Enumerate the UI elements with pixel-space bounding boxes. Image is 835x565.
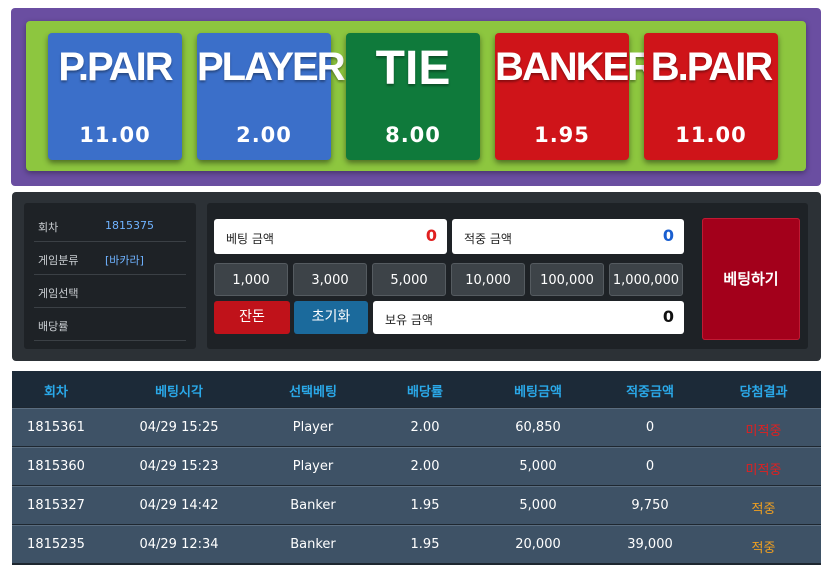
header-pick: 선택베팅 xyxy=(289,385,337,400)
info-label: 회차 xyxy=(38,221,59,234)
bet-amount-label: 베팅 금액 xyxy=(226,232,274,246)
bet-option-odds: 11.00 xyxy=(675,123,747,147)
place-bet-button[interactable]: 베팅하기 xyxy=(702,218,800,340)
table-row: 1815327 04/29 14:42 Banker 1.95 5,000 9,… xyxy=(12,486,821,524)
chip-1000-button[interactable]: 1,000 xyxy=(214,263,288,296)
bet-option-odds: 8.00 xyxy=(385,123,441,147)
cell-odds: 2.00 xyxy=(410,459,440,474)
cell-win-amount: 39,000 xyxy=(627,537,673,552)
round-number: 1815375 xyxy=(105,219,154,232)
game-category: [바카라] xyxy=(105,254,144,267)
cell-result: 미적중 xyxy=(745,463,782,478)
cell-odds: 1.95 xyxy=(410,537,440,552)
bet-amount-value: 0 xyxy=(425,226,437,245)
cell-pick: Player xyxy=(292,420,334,435)
chip-3000-button[interactable]: 3,000 xyxy=(293,263,367,296)
table-row: 1815360 04/29 15:23 Player 2.00 5,000 0 … xyxy=(12,447,821,485)
info-row-category: 게임분류 [바카라] xyxy=(34,242,186,275)
header-win-amount: 적중금액 xyxy=(626,385,674,400)
win-amount-label: 적중 금액 xyxy=(464,232,512,246)
bet-option-name: B.PAIR xyxy=(650,45,774,89)
info-row-odds: 배당률 xyxy=(34,308,186,341)
bet-option-name: PLAYER xyxy=(197,45,346,89)
cell-time: 04/29 15:25 xyxy=(139,420,219,435)
game-info-box: 회차 1815375 게임분류 [바카라] 게임선택 배당률 xyxy=(24,203,196,349)
all-in-button[interactable]: 잔돈 xyxy=(214,301,290,334)
bet-control-panel: 회차 1815375 게임분류 [바카라] 게임선택 배당률 베팅 금액 0 적… xyxy=(12,192,821,361)
bet-option-name: TIE xyxy=(375,42,451,95)
cell-odds: 2.00 xyxy=(410,420,440,435)
header-odds: 배당률 xyxy=(407,385,443,400)
info-row-round: 회차 1815375 xyxy=(34,209,186,242)
header-round: 회차 xyxy=(44,385,68,400)
cell-bet-amount: 20,000 xyxy=(515,537,561,552)
bet-option-player[interactable]: PLAYER 2.00 xyxy=(197,33,346,160)
cell-win-amount: 0 xyxy=(645,420,655,435)
cell-time: 04/29 12:34 xyxy=(139,537,219,552)
cell-win-amount: 9,750 xyxy=(631,498,669,513)
table-header: 회차 베팅시각 선택베팅 배당률 베팅금액 적중금액 당첨결과 xyxy=(12,371,821,407)
cell-result: 적중 xyxy=(751,502,776,517)
info-label: 게임분류 xyxy=(38,254,79,267)
chip-100000-button[interactable]: 100,000 xyxy=(530,263,604,296)
info-label: 게임선택 xyxy=(38,287,79,300)
bet-option-odds: 1.95 xyxy=(534,123,590,147)
header-bet-time: 베팅시각 xyxy=(155,385,203,400)
cell-pick: Banker xyxy=(290,498,336,513)
info-row-selection: 게임선택 xyxy=(34,275,186,308)
cell-time: 04/29 15:23 xyxy=(139,459,219,474)
cell-win-amount: 0 xyxy=(645,459,655,474)
cell-round: 1815361 xyxy=(27,420,85,435)
bet-option-tie[interactable]: TIE 8.00 xyxy=(346,33,480,160)
cell-bet-amount: 60,850 xyxy=(515,420,561,435)
reset-button[interactable]: 초기화 xyxy=(294,301,368,334)
balance-field: 보유 금액 0 xyxy=(373,301,684,334)
chip-5000-button[interactable]: 5,000 xyxy=(372,263,446,296)
table-row: 1815361 04/29 15:25 Player 2.00 60,850 0… xyxy=(12,408,821,446)
win-amount-field: 적중 금액 0 xyxy=(452,219,684,254)
bet-history-table: 회차 베팅시각 선택베팅 배당률 베팅금액 적중금액 당첨결과 1815361 … xyxy=(12,371,821,565)
bet-option-odds: 11.00 xyxy=(79,123,151,147)
cell-round: 1815235 xyxy=(27,537,85,552)
balance-label: 보유 금액 xyxy=(385,313,433,327)
cell-bet-amount: 5,000 xyxy=(519,498,557,513)
cell-time: 04/29 14:42 xyxy=(139,498,219,513)
cell-bet-amount: 5,000 xyxy=(519,459,557,474)
win-amount-value: 0 xyxy=(662,226,674,245)
bet-board: P.PAIR 11.00 PLAYER 2.00 TIE 8.00 BANKER… xyxy=(11,8,821,186)
bet-option-b-pair[interactable]: B.PAIR 11.00 xyxy=(644,33,778,160)
bet-option-banker[interactable]: BANKER 1.95 xyxy=(495,33,656,160)
cell-odds: 1.95 xyxy=(410,498,440,513)
chip-10000-button[interactable]: 10,000 xyxy=(451,263,525,296)
cell-result: 적중 xyxy=(751,541,776,556)
table-row: 1815235 04/29 12:34 Banker 1.95 20,000 3… xyxy=(12,525,821,563)
bet-amount-field[interactable]: 베팅 금액 0 xyxy=(214,219,447,254)
balance-value: 0 xyxy=(662,307,674,326)
bet-option-p-pair[interactable]: P.PAIR 11.00 xyxy=(48,33,182,160)
bet-board-inner: P.PAIR 11.00 PLAYER 2.00 TIE 8.00 BANKER… xyxy=(26,21,806,171)
cell-pick: Banker xyxy=(290,537,336,552)
header-result: 당첨결과 xyxy=(739,385,788,400)
info-label: 배당률 xyxy=(38,320,69,333)
bet-option-name: BANKER xyxy=(495,45,656,89)
cell-round: 1815360 xyxy=(27,459,85,474)
cell-result: 미적중 xyxy=(745,424,782,439)
cell-round: 1815327 xyxy=(27,498,85,513)
cell-pick: Player xyxy=(292,459,334,474)
chip-1000000-button[interactable]: 1,000,000 xyxy=(609,263,683,296)
header-bet-amount: 베팅금액 xyxy=(514,385,562,400)
bet-option-name: P.PAIR xyxy=(58,45,173,89)
bet-option-odds: 2.00 xyxy=(236,123,292,147)
